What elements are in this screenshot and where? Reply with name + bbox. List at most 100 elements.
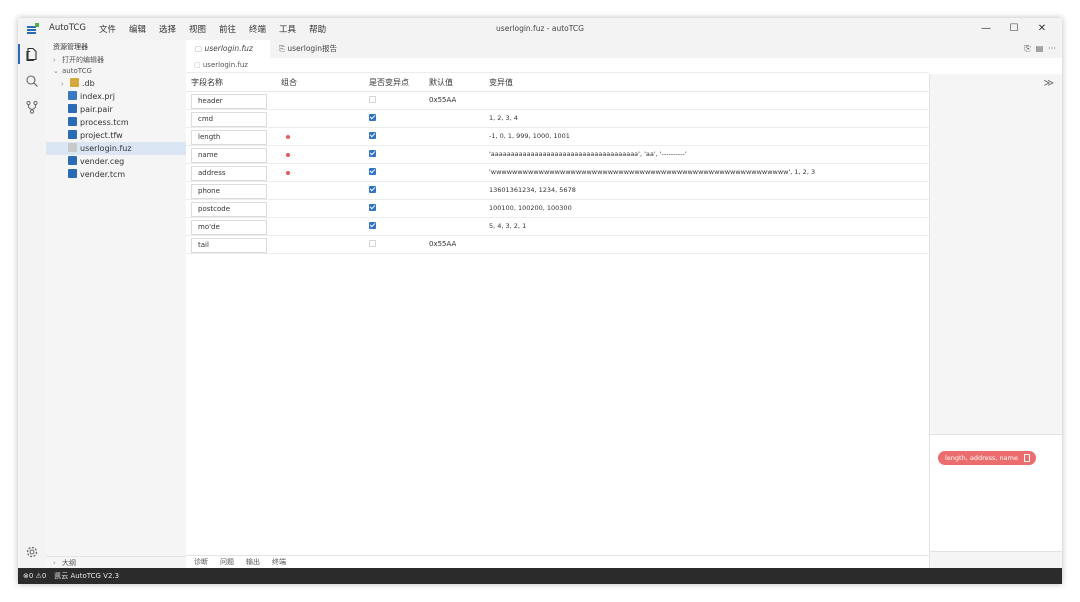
chevron-down-icon: ⌄	[53, 67, 59, 75]
outline-section[interactable]: › 大纲	[46, 556, 186, 568]
table-row: phone 13601361234, 1234, 5678	[186, 182, 929, 200]
combination-chip-label: length, address, name	[945, 454, 1018, 462]
mutation-values[interactable]: 'aaaaaaaaaaaaaaaaaaaaaaaaaaaaaaaaaaaaa',…	[489, 146, 687, 163]
tab-diagnostics[interactable]: 诊断	[194, 556, 208, 568]
combination-chip[interactable]: length, address, name	[938, 451, 1036, 465]
header-field-name: 字段名称	[191, 78, 223, 87]
field-name-input[interactable]: name	[191, 148, 267, 163]
mutation-point-checkbox[interactable]	[369, 204, 376, 211]
tree-file-label: process.tcm	[80, 118, 129, 127]
field-name-input[interactable]: address	[191, 166, 267, 181]
field-grid: 字段名称 组合 是否变异点 默认值 变异值 header 0x55AA cmd 1, …	[186, 74, 929, 254]
split-editor-icon[interactable]: ▤	[1036, 44, 1044, 54]
tree-file-label: vender.ceg	[80, 157, 125, 166]
field-name-input[interactable]: cmd	[191, 112, 267, 127]
panel-tabs: 诊断 问题 输出 终端	[186, 555, 929, 568]
mutation-values[interactable]: 13601361234, 1234, 5678	[489, 182, 576, 199]
menu-go[interactable]: 前往	[219, 23, 236, 35]
explorer-icon[interactable]	[25, 47, 39, 61]
mutation-point-checkbox[interactable]	[369, 168, 376, 175]
settings-gear-icon[interactable]	[25, 545, 39, 559]
table-row: length -1, 0, 1, 999, 1000, 1001	[186, 128, 929, 146]
tab-problems[interactable]: 问题	[220, 556, 234, 568]
breadcrumb: ▢ userlogin.fuz	[186, 58, 929, 73]
close-button[interactable]: ✕	[1028, 21, 1056, 37]
default-value[interactable]: 0x55AA	[429, 92, 456, 109]
folder-icon	[70, 78, 79, 87]
header-default-value: 默认值	[429, 78, 453, 87]
mutation-point-checkbox[interactable]	[369, 114, 376, 121]
field-name-input[interactable]: tail	[191, 238, 267, 253]
menu-edit[interactable]: 编辑	[129, 23, 146, 35]
default-value[interactable]: 0x55AA	[429, 236, 456, 253]
open-editors-label: 打开的编辑器	[62, 56, 104, 64]
tree-file[interactable]: index.prj	[46, 90, 186, 103]
combination-dot-icon[interactable]	[286, 135, 290, 139]
tree-file-label: project.tfw	[80, 131, 123, 140]
menu-select[interactable]: 选择	[159, 23, 176, 35]
tree-file[interactable]: project.tfw	[46, 129, 186, 142]
problems-status[interactable]: ⊗0 ⚠0	[23, 568, 46, 584]
menu-tools[interactable]: 工具	[279, 23, 296, 35]
mutation-values[interactable]: -1, 0, 1, 999, 1000, 1001	[489, 128, 570, 145]
minimize-button[interactable]: —	[972, 21, 1000, 37]
mutation-values[interactable]: 100100, 100200, 100300	[489, 200, 572, 217]
mutation-point-checkbox[interactable]	[369, 186, 376, 193]
table-row: header 0x55AA	[186, 92, 929, 110]
open-editors-section[interactable]: › 打开的编辑器	[46, 55, 186, 66]
tree-folder-db[interactable]: › .db	[46, 77, 186, 90]
tab-label: userlogin.fuz	[204, 44, 253, 53]
file-icon: ▢	[195, 44, 203, 53]
field-name-input[interactable]: mo'de	[191, 220, 267, 235]
combination-dot-icon[interactable]	[286, 153, 290, 157]
tree-file[interactable]: vender.ceg	[46, 155, 186, 168]
more-actions-icon[interactable]: ···	[1048, 44, 1056, 54]
mutation-point-checkbox[interactable]	[369, 96, 376, 103]
field-name-input[interactable]: phone	[191, 184, 267, 199]
combination-dot-icon[interactable]	[286, 171, 290, 175]
tree-file[interactable]: pair.pair	[46, 103, 186, 116]
mutation-values[interactable]: 5, 4, 3, 2, 1	[489, 218, 526, 235]
open-report-icon[interactable]: ⎘	[1024, 44, 1030, 54]
collapse-panel-icon[interactable]: ≫	[1044, 78, 1054, 89]
breadcrumb-file[interactable]: userlogin.fuz	[203, 61, 248, 69]
explorer-title: 资源管理器	[53, 43, 88, 51]
project-section[interactable]: ⌄ autoTCG	[46, 66, 186, 77]
field-name-input[interactable]: header	[191, 94, 267, 109]
mutation-point-checkbox[interactable]	[369, 132, 376, 139]
mutation-point-checkbox[interactable]	[369, 240, 376, 247]
menu-app[interactable]: AutoTCG	[49, 23, 86, 35]
menu-view[interactable]: 视图	[189, 23, 206, 35]
tab-userlogin-fuz[interactable]: ▢ userlogin.fuz	[186, 40, 270, 58]
restore-button[interactable]: ☐	[1000, 21, 1028, 37]
tab-terminal[interactable]: 终端	[272, 556, 286, 568]
mutation-values[interactable]: 1, 2, 3, 4	[489, 110, 518, 127]
mutation-point-checkbox[interactable]	[369, 222, 376, 229]
product-status: 凯云 AutoTCG V2.3	[54, 572, 120, 580]
chevron-right-icon: ›	[53, 56, 56, 64]
mutation-values[interactable]: 'wwwwwwwwwwwwwwwwwwwwwwwwwwwwwwwwwwwwwww…	[489, 164, 815, 181]
combination-panel: length, address, name	[930, 434, 1062, 552]
right-panel: ≫ length, address, name	[929, 74, 1062, 568]
tree-file[interactable]: userlogin.fuz	[46, 142, 186, 155]
menu-terminal[interactable]: 终端	[249, 23, 266, 35]
tree-file-label: pair.pair	[80, 105, 113, 114]
field-name-input[interactable]: length	[191, 130, 267, 145]
source-control-icon[interactable]	[25, 100, 39, 114]
tab-output[interactable]: 输出	[246, 556, 260, 568]
field-name-input[interactable]: postcode	[191, 202, 267, 217]
menu-help[interactable]: 帮助	[309, 23, 326, 35]
report-icon: ⎘	[279, 44, 285, 53]
tree-file[interactable]: vender.tcm	[46, 168, 186, 181]
search-icon[interactable]	[25, 74, 39, 88]
menu-file[interactable]: 文件	[99, 23, 116, 35]
trash-icon[interactable]	[1023, 454, 1030, 462]
file-type-icon	[68, 156, 77, 165]
header-mutation-values: 变异值	[489, 78, 513, 87]
mutation-point-checkbox[interactable]	[369, 150, 376, 157]
table-row: postcode 100100, 100200, 100300	[186, 200, 929, 218]
tree-file-label: index.prj	[80, 92, 116, 101]
tab-userlogin-report[interactable]: ⎘ userlogin报告	[270, 40, 360, 58]
menu-bar: AutoTCG 文件 编辑 选择 视图 前往 终端 工具 帮助	[49, 23, 326, 35]
tree-file[interactable]: process.tcm	[46, 116, 186, 129]
